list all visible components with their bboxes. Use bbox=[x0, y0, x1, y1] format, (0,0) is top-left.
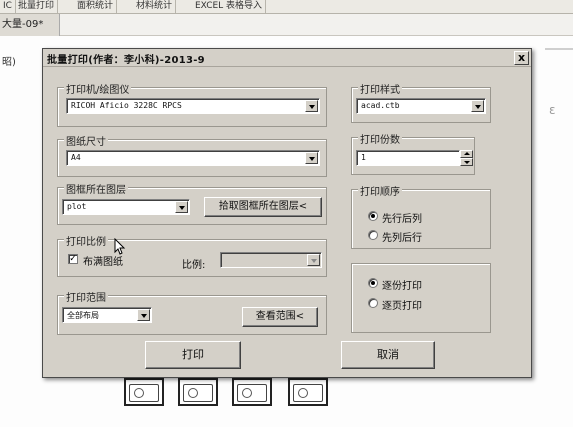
chevron-down-icon[interactable] bbox=[305, 100, 318, 112]
printer-legend: 打印机/绘图仪 bbox=[64, 81, 132, 96]
document-tab-bar bbox=[0, 14, 573, 36]
paper-size-group: 图纸尺寸 A4 bbox=[57, 133, 327, 177]
menu-item-excel-import[interactable]: EXCEL 表格导入 bbox=[192, 0, 267, 13]
print-scale-group: 打印比例 ✓ 布满图纸 比例: bbox=[57, 233, 327, 277]
print-scale-legend: 打印比例 bbox=[64, 233, 108, 248]
print-range-value: 全部布局 bbox=[67, 311, 99, 320]
drawing-thumbnail[interactable] bbox=[124, 378, 164, 406]
scale-label: 比例: bbox=[182, 260, 206, 271]
menu-item-material-stats[interactable]: 材料统计 bbox=[133, 0, 177, 13]
print-style-legend: 打印样式 bbox=[358, 81, 402, 96]
paper-size-legend: 图纸尺寸 bbox=[64, 133, 108, 148]
menu-item-ic[interactable]: IC bbox=[0, 0, 16, 13]
chevron-down-icon[interactable] bbox=[137, 309, 150, 321]
order-row-first-label: 先行后列 bbox=[382, 214, 422, 225]
print-style-group: 打印样式 acad.ctb bbox=[351, 81, 491, 123]
mouse-cursor-icon bbox=[114, 238, 126, 255]
collate-by-copy-radio[interactable] bbox=[368, 278, 378, 288]
left-panel-text: 昭) bbox=[2, 57, 16, 68]
print-style-value: acad.ctb bbox=[361, 101, 400, 110]
scale-select[interactable] bbox=[220, 252, 322, 268]
dialog-title: 批量打印(作者：李小科)-2013-9 bbox=[47, 55, 205, 66]
drawing-thumbnail[interactable] bbox=[288, 378, 328, 406]
pick-frame-layer-button[interactable]: 拾取图框所在图层< bbox=[204, 197, 322, 217]
close-button[interactable]: x bbox=[514, 51, 529, 65]
frame-layer-value: plot bbox=[67, 202, 87, 211]
drawing-thumbnail[interactable] bbox=[232, 378, 272, 406]
collate-mode-group: 逐份打印 逐页打印 bbox=[351, 263, 491, 333]
cancel-button[interactable]: 取消 bbox=[341, 341, 435, 369]
printer-select[interactable]: RICOH Aficio 3228C RPCS bbox=[66, 98, 320, 114]
copies-value: 1 bbox=[361, 153, 366, 162]
print-style-select[interactable]: acad.ctb bbox=[356, 98, 486, 114]
chevron-down-icon[interactable] bbox=[175, 201, 188, 213]
copies-group: 打印份数 1 bbox=[351, 131, 475, 175]
print-order-group: 打印顺序 先行后列 先列后行 bbox=[351, 183, 491, 249]
copies-legend: 打印份数 bbox=[358, 131, 402, 146]
chevron-down-icon[interactable] bbox=[305, 152, 318, 164]
collate-by-page-radio[interactable] bbox=[368, 298, 378, 308]
paper-size-value: A4 bbox=[71, 153, 81, 162]
copies-spinner[interactable] bbox=[460, 150, 473, 166]
order-row-first-radio[interactable] bbox=[368, 211, 378, 221]
screen: IC 批量打印 面积统计 材料统计 EXCEL 表格导入 大量-09* 昭) ɛ… bbox=[0, 0, 573, 427]
printer-group: 打印机/绘图仪 RICOH Aficio 3228C RPCS bbox=[57, 81, 327, 127]
ruler-marker-icon: ɛ bbox=[549, 103, 556, 117]
frame-layer-group: 图框所在图层 plot 拾取图框所在图层< bbox=[57, 181, 327, 225]
copies-input[interactable]: 1 bbox=[356, 150, 460, 166]
fit-to-paper-checkbox[interactable]: ✓ bbox=[68, 254, 78, 264]
document-tab[interactable]: 大量-09* bbox=[0, 14, 60, 36]
drawing-thumbnail[interactable] bbox=[178, 378, 218, 406]
spin-down-icon[interactable] bbox=[460, 158, 473, 166]
print-order-legend: 打印顺序 bbox=[358, 183, 402, 198]
dialog-titlebar[interactable]: 批量打印(作者：李小科)-2013-9 x bbox=[43, 49, 531, 67]
collate-by-copy-label: 逐份打印 bbox=[382, 281, 422, 292]
print-range-legend: 打印范围 bbox=[64, 289, 108, 304]
print-range-group: 打印范围 全部布局 查看范围< bbox=[57, 289, 327, 335]
chevron-down-icon[interactable] bbox=[471, 100, 484, 112]
print-range-select[interactable]: 全部布局 bbox=[62, 307, 152, 323]
chevron-down-icon[interactable] bbox=[307, 254, 320, 266]
frame-layer-select[interactable]: plot bbox=[62, 199, 190, 215]
print-button[interactable]: 打印 bbox=[145, 341, 241, 369]
frame-layer-legend: 图框所在图层 bbox=[64, 181, 128, 196]
batch-print-dialog: 批量打印(作者：李小科)-2013-9 x 打印机/绘图仪 RICOH Afic… bbox=[42, 48, 532, 378]
spin-up-icon[interactable] bbox=[460, 150, 473, 158]
view-range-button[interactable]: 查看范围< bbox=[242, 307, 318, 327]
right-divider bbox=[545, 48, 573, 50]
order-col-first-label: 先列后行 bbox=[382, 233, 422, 244]
paper-size-select[interactable]: A4 bbox=[66, 150, 320, 166]
menu-item-batch-print[interactable]: 批量打印 bbox=[15, 0, 59, 13]
app-menubar: IC 批量打印 面积统计 材料统计 EXCEL 表格导入 bbox=[0, 0, 573, 14]
menu-item-area-stats[interactable]: 面积统计 bbox=[74, 0, 118, 13]
printer-value: RICOH Aficio 3228C RPCS bbox=[71, 101, 182, 110]
order-col-first-radio[interactable] bbox=[368, 230, 378, 240]
collate-by-page-label: 逐页打印 bbox=[382, 301, 422, 312]
